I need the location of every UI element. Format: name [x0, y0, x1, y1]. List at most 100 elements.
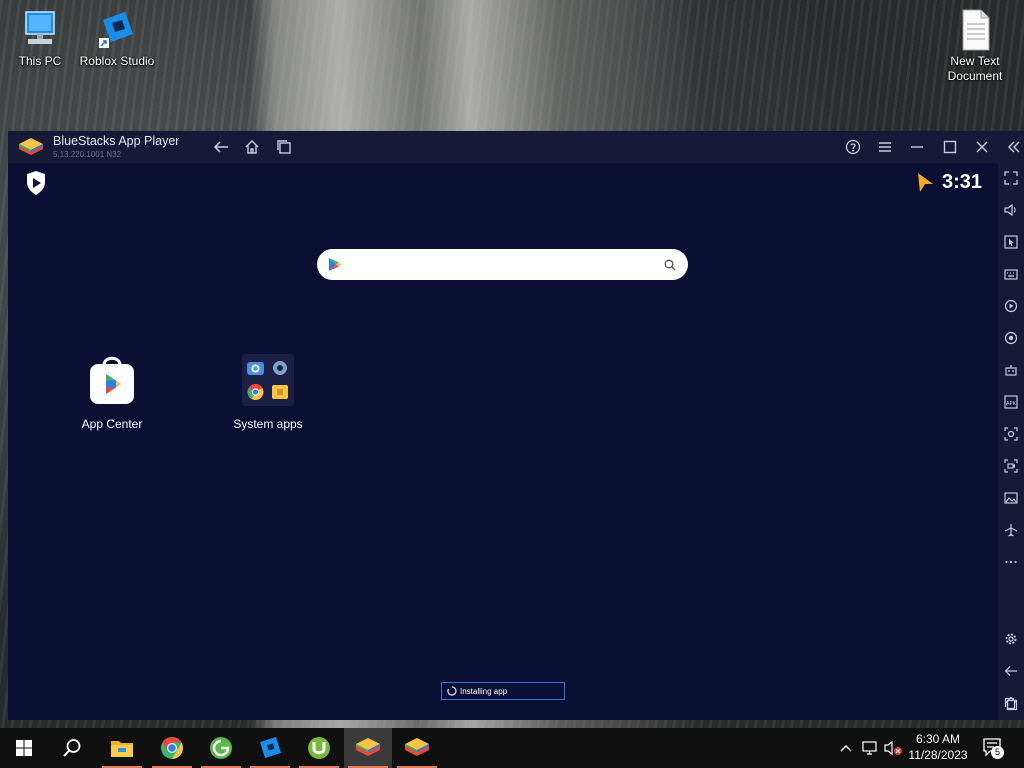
- roblox-studio-icon: [260, 737, 281, 758]
- taskbar-green-browser[interactable]: [197, 728, 245, 768]
- maximize-button[interactable]: [941, 138, 959, 156]
- bluestacks-window: BlueStacks App Player 5.13.220.1001 N32: [8, 131, 1024, 720]
- volume-icon: [1004, 203, 1016, 217]
- tray-volume-button[interactable]: [884, 740, 904, 756]
- text-file-icon: [962, 9, 990, 51]
- keyboard-button[interactable]: [1003, 266, 1019, 282]
- more-button[interactable]: [1003, 554, 1019, 570]
- pointer-icon: [1004, 235, 1018, 249]
- desktop-icon-roblox-studio[interactable]: Roblox Studio: [77, 8, 157, 69]
- desktop-icon-new-text-document[interactable]: New Text Document: [935, 8, 1015, 84]
- home-icon: [245, 140, 259, 154]
- taskbar-bluestacks[interactable]: [344, 728, 392, 768]
- play-search-bar[interactable]: [317, 249, 688, 280]
- pointer-button[interactable]: [1003, 234, 1019, 250]
- app-center-icon: [90, 356, 134, 404]
- taskbar-search-button[interactable]: [48, 728, 96, 768]
- search-input[interactable]: [349, 255, 653, 276]
- bluestacks-titlebar[interactable]: BlueStacks App Player 5.13.220.1001 N32: [8, 131, 1024, 163]
- close-button[interactable]: [973, 138, 991, 156]
- help-icon: [845, 139, 861, 155]
- game-controls-icon: [1005, 365, 1017, 376]
- settings-icon: [1005, 633, 1017, 645]
- minimize-button[interactable]: [908, 138, 926, 156]
- start-icon: [16, 740, 32, 756]
- tray-network-button[interactable]: [862, 740, 880, 756]
- installing-status-toast: Installing app: [441, 682, 565, 700]
- start-button[interactable]: [0, 728, 48, 768]
- keyboard-icon: [1004, 269, 1018, 280]
- version-label: 5.13.220.1001 N32: [53, 150, 122, 159]
- system-apps-folder-icon: [242, 354, 294, 406]
- taskbar-bluestacks-multi[interactable]: [393, 728, 441, 768]
- settings-button[interactable]: [1003, 631, 1019, 647]
- minimize-icon: [911, 146, 923, 148]
- chevron-up-icon: [840, 745, 852, 752]
- macro-button[interactable]: [1003, 298, 1019, 314]
- search-icon: [63, 739, 81, 757]
- notification-count-badge: 5: [991, 746, 1004, 759]
- recents-icon: [1004, 697, 1018, 711]
- search-icon[interactable]: [664, 259, 676, 271]
- action-center-button[interactable]: 5: [982, 736, 1008, 760]
- media-manager-button[interactable]: [1003, 490, 1019, 506]
- apk-install-icon: APK: [1004, 395, 1018, 409]
- more-icon: [1005, 560, 1017, 564]
- apk-install-button[interactable]: APK: [1003, 394, 1019, 410]
- tray-clock[interactable]: 6:30 AM 11/28/2023: [905, 731, 971, 763]
- spinner-icon: [447, 686, 457, 696]
- record-button[interactable]: [1003, 330, 1019, 346]
- desktop-icon-this-pc[interactable]: This PC: [0, 8, 80, 69]
- help-button[interactable]: [844, 138, 862, 156]
- file-explorer-icon: [111, 741, 133, 757]
- back-icon: [1004, 666, 1017, 676]
- taskbar-roblox-studio[interactable]: [246, 728, 294, 768]
- screenshot-icon: [1004, 427, 1018, 441]
- taskbar-file-explorer[interactable]: [98, 728, 146, 768]
- bluestacks-sidebar: APK: [998, 163, 1024, 720]
- status-clock: 3:31: [942, 171, 983, 193]
- tray-date: 11/28/2023: [908, 748, 968, 762]
- network-icon: [862, 741, 877, 755]
- back-button[interactable]: [212, 138, 230, 156]
- game-controls-button[interactable]: [1003, 362, 1019, 378]
- double-chevron-left-icon: [1008, 141, 1020, 153]
- taskbar-chrome[interactable]: [148, 728, 196, 768]
- recents-icon: [277, 140, 291, 154]
- android-back-button[interactable]: [1003, 663, 1019, 679]
- screenshot-button[interactable]: [1003, 426, 1019, 442]
- tray-overflow-button[interactable]: [838, 740, 854, 756]
- computer-icon: [25, 11, 55, 44]
- installing-label: Installing app: [460, 686, 508, 696]
- bluestacks-icon: [405, 738, 429, 756]
- app-center-app[interactable]: App Center: [57, 353, 167, 431]
- airplane-mode-icon: [1004, 524, 1018, 537]
- airplane-mode-button[interactable]: [1003, 522, 1019, 538]
- close-icon: [976, 141, 988, 153]
- back-arrow-icon: [213, 141, 228, 153]
- roblox-studio-icon: [99, 12, 133, 48]
- app-label: System apps: [233, 417, 303, 431]
- volume-button[interactable]: [1003, 202, 1019, 218]
- shield-play-icon[interactable]: [25, 170, 47, 196]
- app-label: App Center: [81, 417, 143, 431]
- bluestacks-icon: [356, 738, 380, 756]
- desktop-icon-label: Roblox Studio: [79, 54, 155, 68]
- volume-muted-icon: [884, 740, 902, 756]
- recents-button[interactable]: [275, 138, 293, 156]
- android-home-screen[interactable]: 3:31 App Center System apps Installing a…: [8, 163, 998, 720]
- tray-time: 6:30 AM: [915, 732, 961, 746]
- system-apps-folder[interactable]: System apps: [213, 353, 323, 431]
- android-recents-button[interactable]: [1003, 696, 1019, 712]
- collapse-sidebar-button[interactable]: [1005, 138, 1023, 156]
- desktop-icon-label: This PC: [18, 54, 62, 68]
- svg-text:APK: APK: [1006, 401, 1016, 407]
- taskbar-utorrent[interactable]: [295, 728, 343, 768]
- record-icon: [1004, 331, 1018, 345]
- utorrent-icon: [308, 737, 330, 759]
- screen-record-button[interactable]: [1003, 458, 1019, 474]
- fullscreen-button[interactable]: [1003, 170, 1019, 186]
- menu-button[interactable]: [876, 138, 894, 156]
- home-button[interactable]: [243, 138, 261, 156]
- chrome-icon: [161, 737, 183, 759]
